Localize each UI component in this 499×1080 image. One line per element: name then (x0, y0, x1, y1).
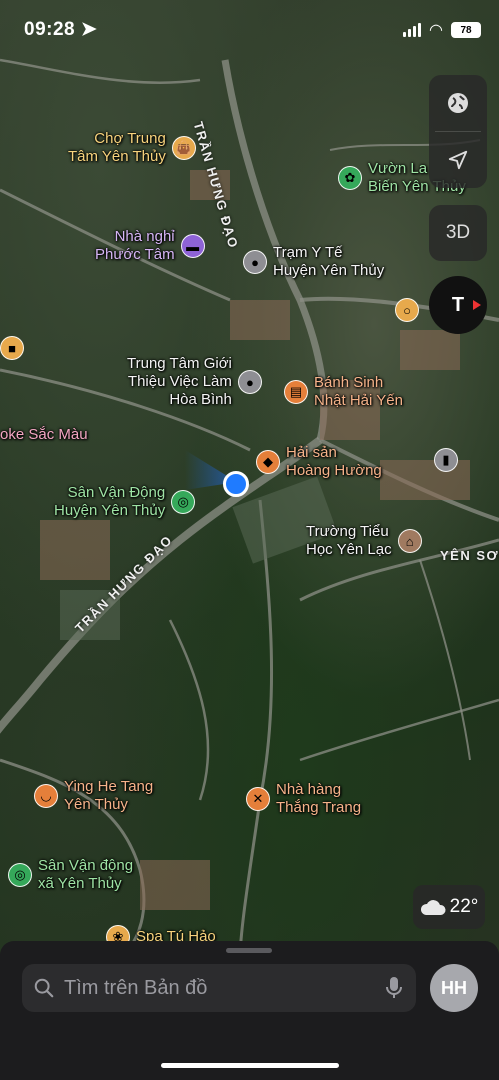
poi-label: Ying He Tang (64, 778, 154, 795)
poi-label: Trung Tâm Giới (127, 355, 232, 372)
status-time: 09:28 ➤ (24, 18, 97, 41)
poi-karaoke[interactable]: oke Sắc Màu (0, 426, 88, 444)
sheet-grabber[interactable] (226, 948, 272, 953)
search-placeholder: Tìm trên Bản đồ (64, 977, 208, 999)
poi-label: Hải sản (286, 444, 337, 461)
stadium-icon: ◎ (171, 490, 196, 514)
avatar-initials: HH (441, 977, 467, 998)
wifi-icon: ◠ (429, 22, 443, 39)
poi-label: Huyện Yên Thủy (273, 262, 385, 279)
stadium-icon: ◎ (8, 863, 32, 887)
poi-label: Nhà hàng (276, 781, 342, 798)
cake-icon: ▤ (284, 380, 308, 404)
poi-label: Thắng Trang (276, 799, 362, 816)
compass-label: T (451, 293, 465, 316)
area-label: YÊN SƠN (440, 548, 499, 563)
poi-label: Bánh Sinh (314, 374, 384, 391)
poi-label: Tâm Yên Thủy (68, 148, 166, 165)
compass-needle-icon (473, 300, 481, 310)
poi-label: Thiệu Việc Làm (127, 373, 232, 390)
poi-label: Nhật Hải Yến (314, 392, 403, 409)
globe-icon (448, 93, 468, 113)
school-icon: ⌂ (397, 529, 422, 553)
location-dot-icon: ● (237, 370, 262, 394)
bed-icon: ▬ (180, 234, 205, 258)
poi-label: xã Yên Thủy (38, 875, 122, 892)
3d-button[interactable]: 3D (429, 205, 487, 261)
poi-label: Học Yên Lạc (306, 541, 392, 558)
poi-label: Hoàng Hường (286, 462, 382, 479)
time-text: 09:28 (24, 19, 76, 40)
poi-gas[interactable]: ▮ (434, 448, 458, 472)
battery-level: 78 (460, 24, 472, 36)
poi-nha-hang[interactable]: ✕ Nhà hàng Thắng Trang (246, 781, 361, 817)
compass-button[interactable]: T (429, 276, 487, 334)
poi-briefcase[interactable]: ■ (0, 336, 24, 360)
poi-san-van-dong-huyen[interactable]: Sân Vận Động Huyện Yên Thủy ◎ (54, 484, 196, 520)
poi-label: Trạm Y Tế (273, 244, 343, 261)
poi-label: Phước Tâm (95, 246, 175, 263)
fork-knife-icon: ✕ (246, 787, 270, 811)
cloud-icon (420, 900, 446, 915)
bowl-icon: ◡ (34, 784, 58, 808)
poi-trung-tam-gioi-thieu[interactable]: Trung Tâm Giới Thiệu Việc Làm Hòa Bình ● (127, 355, 262, 409)
shopping-bag-icon: 👜 (171, 136, 196, 160)
microphone-icon[interactable] (386, 976, 402, 1000)
poi-label: Sân Vận động (38, 857, 134, 874)
location-dot-icon: ● (243, 250, 267, 274)
poi-nha-nghi[interactable]: Nhà nghỉ Phước Tâm ▬ (95, 228, 205, 264)
poi-hai-san[interactable]: ◆ Hải sản Hoàng Hường (256, 444, 382, 480)
status-bar: 09:28 ➤ ◠ 78 (0, 18, 499, 46)
map-mode-button[interactable] (429, 75, 487, 131)
battery-icon: 78 (451, 22, 481, 38)
poi-tram-y-te[interactable]: ● Trạm Y Tế Huyện Yên Thủy (243, 244, 384, 280)
poi-label: Chợ Trung (94, 130, 166, 147)
poi-label: oke Sắc Màu (0, 426, 88, 443)
poi-ring[interactable]: ○ (395, 298, 419, 322)
temperature: 22° (449, 896, 479, 917)
poi-label: Trường Tiểu (306, 523, 389, 540)
location-arrow-icon: ➤ (80, 19, 98, 40)
location-arrow-icon (448, 150, 468, 170)
gas-icon: ▮ (434, 448, 458, 472)
poi-truong-tieu-hoc[interactable]: Trường Tiểu Học Yên Lạc ⌂ (306, 523, 422, 559)
current-location-dot[interactable] (223, 471, 249, 497)
search-icon (34, 978, 54, 998)
poi-label: Nhà nghỉ (114, 228, 175, 245)
cellular-signal-icon (403, 23, 422, 37)
weather-badge[interactable]: 22° (413, 885, 485, 929)
poi-cho-trung-tam[interactable]: Chợ Trung Tâm Yên Thủy 👜 (68, 130, 196, 166)
fish-icon: ◆ (256, 450, 280, 474)
ring-icon: ○ (395, 298, 419, 322)
map-controls (429, 75, 487, 188)
poi-san-van-dong-xa[interactable]: ◎ Sân Vận động xã Yên Thủy (8, 857, 133, 893)
locate-button[interactable] (429, 132, 487, 188)
poi-label: Sân Vận Động (67, 484, 166, 501)
poi-banh-sinh-nhat[interactable]: ▤ Bánh Sinh Nhật Hải Yến (284, 374, 403, 410)
poi-label: Hòa Bình (169, 391, 232, 408)
flower-icon: ✿ (338, 166, 362, 190)
home-indicator[interactable] (161, 1063, 339, 1068)
avatar[interactable]: HH (430, 964, 478, 1012)
poi-ying-he-tang[interactable]: ◡ Ying He Tang Yên Thủy (34, 778, 153, 814)
poi-label: Yên Thủy (64, 796, 128, 813)
poi-label: Huyện Yên Thủy (54, 502, 166, 519)
status-icons: ◠ 78 (403, 20, 481, 40)
briefcase-icon: ■ (0, 336, 24, 360)
search-field[interactable]: Tìm trên Bản đồ (22, 964, 416, 1012)
